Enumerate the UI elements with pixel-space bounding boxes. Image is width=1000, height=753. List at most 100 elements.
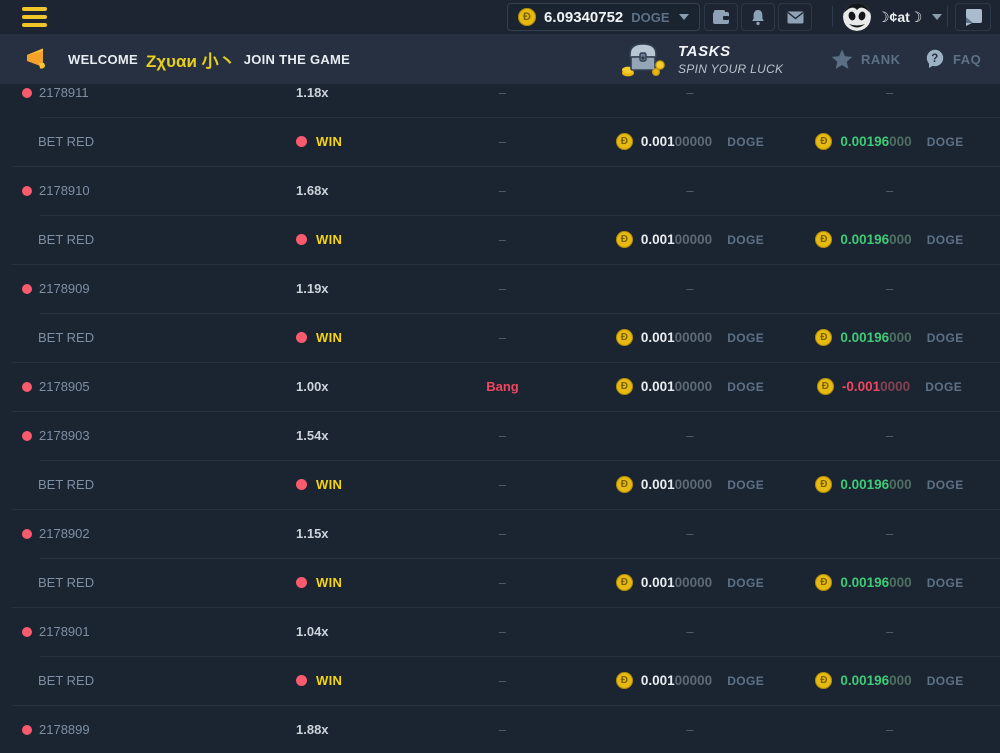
bet-row[interactable]: BET REDWIN–Ð0.00100000DOGEÐ0.00196000DOG… bbox=[0, 460, 1000, 509]
multiplier: 1.00x bbox=[296, 379, 329, 394]
empty-dash: – bbox=[886, 183, 893, 198]
bet-amount-zeros: 00000 bbox=[675, 477, 713, 492]
multiplier: 1.18x bbox=[296, 85, 329, 100]
game-id: 2178911 bbox=[39, 85, 89, 100]
bet-amount-cell: Ð0.00100000DOGE bbox=[575, 378, 805, 395]
profit-amount-cell: – bbox=[805, 428, 1000, 443]
balance-selector[interactable]: Ð 6.09340752 DOGE bbox=[507, 3, 700, 31]
notifications-button[interactable] bbox=[741, 3, 775, 31]
doge-coin-icon: Ð bbox=[616, 378, 633, 395]
welcome-prefix: WELCOME bbox=[68, 52, 138, 67]
chevron-down-icon bbox=[932, 14, 942, 20]
empty-dash: – bbox=[686, 526, 693, 541]
bet-history-table: 21789111.18x–––BET REDWIN–Ð0.00100000DOG… bbox=[0, 84, 1000, 753]
game-row[interactable]: 21789101.68x––– bbox=[0, 166, 1000, 215]
profit-amount: 0.00196 bbox=[840, 134, 889, 149]
currency-label: DOGE bbox=[727, 478, 764, 492]
game-row[interactable]: 21789021.15x––– bbox=[0, 509, 1000, 558]
empty-dash: – bbox=[499, 85, 506, 100]
profit-amount-zeros: 000 bbox=[889, 477, 912, 492]
profit-amount: -0.001 bbox=[842, 379, 880, 394]
bet-type-label: BET RED bbox=[38, 575, 94, 590]
wallet-button[interactable] bbox=[704, 3, 738, 31]
multiplier: 1.68x bbox=[296, 183, 329, 198]
bang-status: Bang bbox=[486, 379, 519, 394]
bet-amount-zeros: 00000 bbox=[675, 330, 713, 345]
win-status-dot bbox=[296, 479, 307, 490]
bet-row[interactable]: BET REDWIN–Ð0.00100000DOGEÐ0.00196000DOG… bbox=[0, 313, 1000, 362]
empty-dash: – bbox=[686, 624, 693, 639]
bet-amount-cell: Ð0.00100000DOGE bbox=[575, 329, 805, 346]
multiplier: 1.54x bbox=[296, 428, 329, 443]
game-row[interactable]: 21789011.04x––– bbox=[0, 607, 1000, 656]
bet-row[interactable]: BET REDWIN–Ð0.00100000DOGEÐ0.00196000DOG… bbox=[0, 215, 1000, 264]
menu-hamburger-icon[interactable] bbox=[22, 7, 47, 27]
bet-type-label: BET RED bbox=[38, 134, 94, 149]
doge-coin-icon: Ð bbox=[616, 476, 633, 493]
bet-amount-cell: – bbox=[575, 85, 805, 100]
doge-coin-icon: Ð bbox=[616, 231, 633, 248]
empty-dash: – bbox=[886, 428, 893, 443]
faq-button[interactable]: ? FAQ bbox=[925, 34, 981, 84]
doge-coin-icon: Ð bbox=[518, 8, 536, 26]
currency-label: DOGE bbox=[727, 380, 764, 394]
doge-coin-icon: Ð bbox=[815, 329, 832, 346]
star-icon bbox=[831, 49, 853, 70]
empty-dash: – bbox=[499, 722, 506, 737]
empty-dash: – bbox=[686, 85, 693, 100]
doge-coin-icon: Ð bbox=[815, 672, 832, 689]
game-color-dot bbox=[22, 88, 32, 98]
tasks-button[interactable]: TASKS SPIN YOUR LUCK bbox=[620, 34, 783, 84]
megaphone-icon bbox=[26, 47, 51, 71]
bet-amount-zeros: 00000 bbox=[675, 134, 713, 149]
profit-amount-zeros: 0000 bbox=[880, 379, 910, 394]
tasks-subtitle: SPIN YOUR LUCK bbox=[678, 62, 783, 76]
game-color-dot bbox=[22, 186, 32, 196]
currency-label: DOGE bbox=[727, 576, 764, 590]
currency-label: DOGE bbox=[927, 135, 964, 149]
doge-coin-icon: Ð bbox=[815, 574, 832, 591]
bet-amount-cell: – bbox=[575, 624, 805, 639]
game-row[interactable]: 21789031.54x––– bbox=[0, 411, 1000, 460]
profit-amount: 0.00196 bbox=[840, 330, 889, 345]
chat-toggle-button[interactable] bbox=[955, 3, 991, 31]
avatar[interactable] bbox=[843, 3, 871, 31]
mail-button[interactable] bbox=[778, 3, 812, 31]
game-id: 2178910 bbox=[39, 183, 90, 198]
currency-label: DOGE bbox=[927, 478, 964, 492]
bet-amount-cell: Ð0.00100000DOGE bbox=[575, 133, 805, 150]
game-id: 2178902 bbox=[39, 526, 90, 541]
doge-coin-icon: Ð bbox=[616, 574, 633, 591]
game-row[interactable]: 21789091.19x––– bbox=[0, 264, 1000, 313]
game-row[interactable]: 21789111.18x––– bbox=[0, 84, 1000, 117]
win-status: WIN bbox=[316, 575, 342, 590]
doge-coin-icon: Ð bbox=[616, 329, 633, 346]
balance-currency: DOGE bbox=[631, 10, 669, 25]
bet-row[interactable]: BET REDWIN–Ð0.00100000DOGEÐ0.00196000DOG… bbox=[0, 656, 1000, 705]
multiplier: 1.19x bbox=[296, 281, 329, 296]
profit-amount-cell: Ð0.00196000DOGE bbox=[805, 574, 1000, 591]
game-id: 2178901 bbox=[39, 624, 90, 639]
multiplier: 1.04x bbox=[296, 624, 329, 639]
bet-amount-cell: – bbox=[575, 526, 805, 541]
win-status-dot bbox=[296, 332, 307, 343]
bet-type-label: BET RED bbox=[38, 232, 94, 247]
game-color-dot bbox=[22, 284, 32, 294]
username[interactable]: ☽¢at☽ bbox=[877, 9, 922, 26]
game-color-dot bbox=[22, 431, 32, 441]
doge-coin-icon: Ð bbox=[616, 133, 633, 150]
currency-label: DOGE bbox=[925, 380, 962, 394]
rank-button[interactable]: RANK bbox=[831, 34, 901, 84]
profit-amount-cell: – bbox=[805, 526, 1000, 541]
bet-amount: 0.001 bbox=[641, 134, 675, 149]
bet-row[interactable]: BET REDWIN–Ð0.00100000DOGEÐ0.00196000DOG… bbox=[0, 117, 1000, 166]
doge-coin-icon: Ð bbox=[815, 133, 832, 150]
doge-coin-icon: Ð bbox=[817, 378, 834, 395]
bet-amount-cell: Ð0.00100000DOGE bbox=[575, 574, 805, 591]
game-row[interactable]: 21788991.88x––– bbox=[0, 705, 1000, 753]
bet-row[interactable]: BET REDWIN–Ð0.00100000DOGEÐ0.00196000DOG… bbox=[0, 558, 1000, 607]
profit-amount-zeros: 000 bbox=[889, 134, 912, 149]
profit-amount-cell: Ð0.00196000DOGE bbox=[805, 672, 1000, 689]
bet-amount-cell: Ð0.00100000DOGE bbox=[575, 231, 805, 248]
game-row[interactable]: 21789051.00xBangÐ0.00100000DOGEÐ-0.00100… bbox=[0, 362, 1000, 411]
